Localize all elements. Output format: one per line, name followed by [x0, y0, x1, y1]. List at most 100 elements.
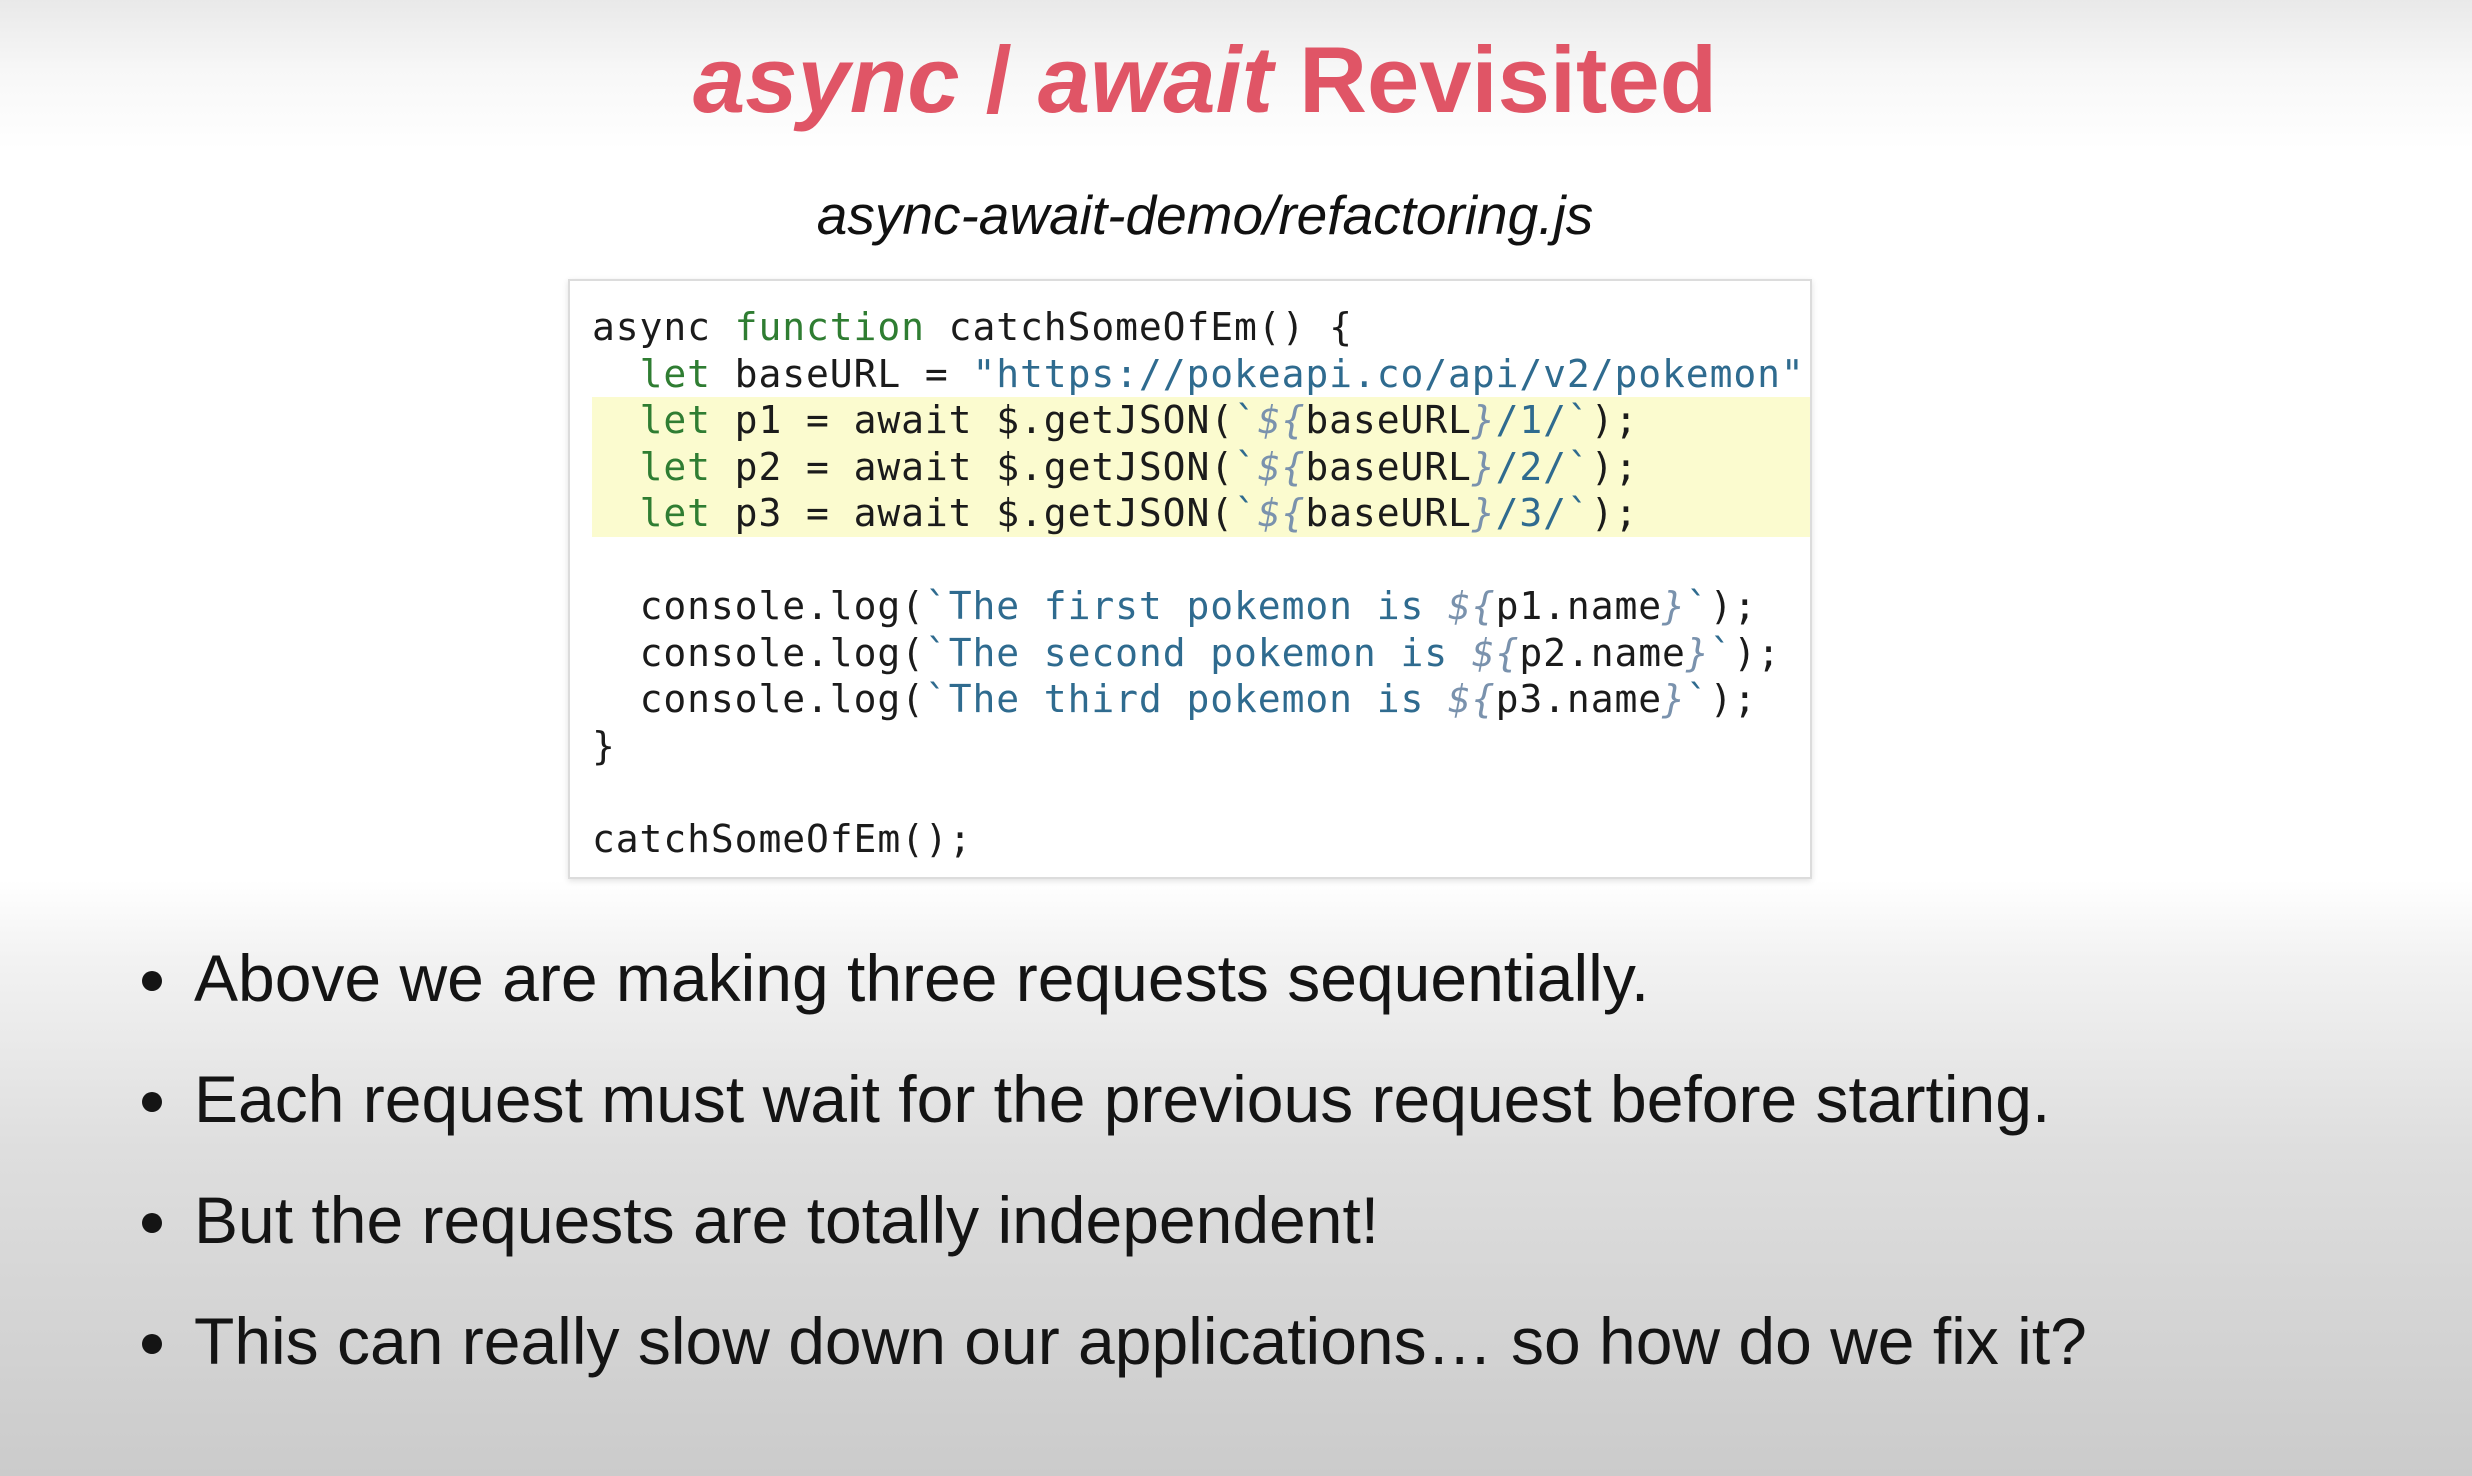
- code-token: console.log(: [639, 677, 925, 721]
- template-backtick: `: [1566, 444, 1591, 489]
- bullet-text: Above we are making three requests seque…: [194, 941, 1650, 1015]
- bullet-item: This can really slow down our applicatio…: [130, 1281, 2430, 1402]
- title-await: await: [1037, 27, 1273, 132]
- code-token: console.log(: [639, 584, 925, 628]
- code-token: );: [1709, 677, 1758, 721]
- template-close: }: [1662, 584, 1686, 628]
- code-token: p1.name: [1495, 584, 1663, 628]
- code-token: p2.name: [1519, 630, 1686, 675]
- code-line-1: async function catchSomeOfEm() {: [592, 304, 1810, 351]
- code-token: baseURL =: [710, 351, 973, 396]
- string-literal: /3/: [1495, 491, 1567, 535]
- template-backtick: `: [1566, 398, 1591, 442]
- string-literal: The third pokemon is: [948, 677, 1449, 721]
- string-literal: The second pokemon is: [948, 630, 1472, 675]
- title-separator: /: [959, 27, 1038, 132]
- title-revisited: Revisited: [1272, 27, 1718, 132]
- code-line-close: }: [592, 723, 1810, 770]
- template-backtick: `: [1234, 444, 1258, 489]
- code-token: console.log(: [639, 630, 925, 675]
- code-line-invoke: catchSomeOfEm();: [592, 816, 1810, 863]
- keyword-function: function: [734, 305, 925, 349]
- code-token: p3 = await $.getJSON(: [710, 491, 1235, 535]
- code-token: );: [1590, 491, 1639, 535]
- template-open: ${: [1257, 398, 1306, 442]
- bullet-text: This can really slow down our applicatio…: [194, 1304, 2087, 1378]
- template-close: }: [1471, 398, 1496, 442]
- bullet-dot-icon: [142, 1091, 162, 1112]
- template-backtick: `: [1709, 630, 1734, 675]
- code-token: p3.name: [1495, 677, 1663, 721]
- template-open: ${: [1448, 677, 1496, 721]
- template-close: }: [1662, 677, 1686, 721]
- keyword-let: let: [639, 491, 711, 535]
- code-line-2: let baseURL = "https://pokeapi.co/api/v2…: [592, 351, 1810, 398]
- code-token: catchSomeOfEm() {: [924, 305, 1353, 349]
- slide-title: async / await Revisited: [0, 20, 2410, 140]
- template-open: ${: [1257, 491, 1306, 535]
- template-backtick: `: [924, 584, 949, 628]
- code-line-highlighted: let p2 = await $.getJSON(`${baseURL}/2/`…: [592, 443, 1810, 490]
- bullet-item: But the requests are totally independent…: [130, 1160, 2430, 1281]
- code-token: p1 = await $.getJSON(: [710, 398, 1235, 442]
- bullet-item: Above we are making three requests seque…: [130, 918, 2430, 1039]
- code-token: }: [592, 723, 616, 768]
- title-async: async: [692, 27, 960, 132]
- bullet-dot-icon: [142, 1212, 162, 1233]
- code-token: baseURL: [1305, 398, 1472, 442]
- template-open: ${: [1471, 630, 1520, 675]
- template-open: ${: [1257, 444, 1306, 489]
- string-literal: /2/: [1495, 444, 1567, 489]
- template-backtick: `: [1566, 491, 1591, 535]
- bullet-dot-icon: [142, 970, 162, 991]
- template-close: }: [1471, 444, 1496, 489]
- keyword-let: let: [639, 351, 711, 396]
- code-line-log2: console.log(`The second pokemon is ${p2.…: [592, 630, 1810, 677]
- bullet-dot-icon: [142, 1333, 162, 1354]
- code-token: );: [1590, 398, 1639, 442]
- template-open: ${: [1448, 584, 1496, 628]
- code-line-highlighted: let p1 = await $.getJSON(`${baseURL}/1/`…: [592, 397, 1810, 444]
- code-token: );: [1590, 444, 1639, 489]
- code-line-log3: console.log(`The third pokemon is ${p3.n…: [592, 676, 1810, 723]
- template-backtick: `: [1685, 677, 1710, 721]
- template-backtick: `: [1234, 398, 1258, 442]
- template-backtick: `: [1234, 491, 1258, 535]
- code-block: async function catchSomeOfEm() { let bas…: [592, 304, 1810, 863]
- code-token: );: [1733, 630, 1781, 675]
- bullet-list: Above we are making three requests seque…: [130, 918, 2430, 1402]
- code-token: );: [1709, 584, 1758, 628]
- bullet-text: Each request must wait for the previous …: [194, 1062, 2051, 1136]
- template-backtick: `: [1685, 584, 1710, 628]
- bullet-item: Each request must wait for the previous …: [130, 1039, 2430, 1160]
- string-literal: /1/: [1495, 398, 1567, 442]
- code-token: ;: [1805, 352, 1810, 396]
- code-token: baseURL: [1305, 491, 1472, 535]
- template-backtick: `: [924, 677, 949, 721]
- code-token: catchSomeOfEm();: [592, 816, 973, 861]
- code-line-highlighted: let p3 = await $.getJSON(`${baseURL}/3/`…: [592, 490, 1810, 537]
- bullet-text: But the requests are totally independent…: [194, 1183, 1380, 1257]
- template-close: }: [1471, 491, 1496, 535]
- code-token: baseURL: [1305, 444, 1472, 489]
- string-literal: "https://pokeapi.co/api/v2/pokemon": [972, 351, 1805, 396]
- keyword-let: let: [639, 444, 711, 489]
- code-panel: async function catchSomeOfEm() { let bas…: [568, 279, 1812, 879]
- template-close: }: [1685, 630, 1710, 675]
- code-filename: async-await-demo/refactoring.js: [816, 184, 1594, 246]
- code-token: async: [592, 305, 735, 349]
- code-line-log1: console.log(`The first pokemon is ${p1.n…: [592, 583, 1810, 630]
- keyword-let: let: [639, 398, 711, 442]
- code-token: p2 = await $.getJSON(: [710, 444, 1235, 489]
- string-literal: The first pokemon is: [948, 584, 1449, 628]
- template-backtick: `: [924, 630, 949, 675]
